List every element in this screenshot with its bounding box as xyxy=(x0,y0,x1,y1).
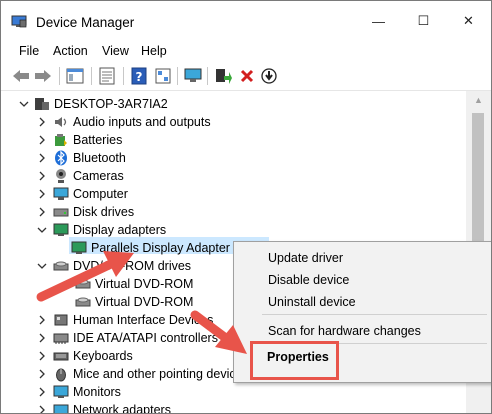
view-icon[interactable] xyxy=(153,66,173,86)
tree-item-label: IDE ATA/ATAPI controllers xyxy=(73,331,218,345)
uninstall-icon[interactable] xyxy=(237,66,257,86)
tree-item-label: Cameras xyxy=(73,169,124,183)
chevron-right-icon[interactable] xyxy=(36,332,48,344)
update-driver-menu-item[interactable]: Update driver xyxy=(268,251,343,265)
tree-item-display-adapters[interactable]: Display adapters xyxy=(1,221,466,239)
chevron-down-icon[interactable] xyxy=(18,98,30,110)
uninstall-device-menu-item[interactable]: Uninstall device xyxy=(268,295,356,309)
toolbar: ? xyxy=(1,62,491,91)
tree-item-bluetooth[interactable]: Bluetooth xyxy=(1,149,466,167)
tree-item-label: Computer xyxy=(73,187,128,201)
show-hide-tree-icon[interactable] xyxy=(65,66,85,86)
tree-item-batteries[interactable]: Batteries xyxy=(1,131,466,149)
chevron-right-icon[interactable] xyxy=(36,116,48,128)
toolbar-separator xyxy=(123,67,124,85)
display-adapter-icon xyxy=(71,241,87,254)
update-driver-icon[interactable] xyxy=(213,66,233,86)
back-icon[interactable] xyxy=(11,66,31,86)
dvd-icon xyxy=(75,297,91,307)
ide-controller-icon xyxy=(53,333,69,344)
chevron-right-icon[interactable] xyxy=(36,170,48,182)
chevron-right-icon[interactable] xyxy=(36,350,48,362)
chevron-down-icon[interactable] xyxy=(36,260,48,272)
camera-icon xyxy=(56,169,66,183)
properties-icon[interactable] xyxy=(97,66,117,86)
computer-icon xyxy=(35,98,49,110)
chevron-right-icon[interactable] xyxy=(36,314,48,326)
tree-item-label: Virtual DVD-ROM xyxy=(95,277,194,291)
menu-bar: File Action View Help xyxy=(1,41,491,61)
tree-item-label: Virtual DVD-ROM xyxy=(95,295,194,309)
chevron-right-icon[interactable] xyxy=(36,206,48,218)
help-icon[interactable]: ? xyxy=(129,66,149,86)
menu-action[interactable]: Action xyxy=(53,44,88,58)
scan-hardware-menu-item[interactable]: Scan for hardware changes xyxy=(268,324,421,338)
properties-menu-item[interactable]: Properties xyxy=(267,350,329,364)
svg-text:?: ? xyxy=(136,70,143,84)
chevron-right-icon[interactable] xyxy=(36,152,48,164)
tree-item-label: Mice and other pointing devices xyxy=(73,367,249,381)
disk-drive-icon xyxy=(53,208,69,217)
forward-icon[interactable] xyxy=(33,66,53,86)
tree-item-label: Parallels Display Adapter (W xyxy=(91,241,250,255)
chevron-right-icon[interactable] xyxy=(36,134,48,146)
close-button[interactable]: ✕ xyxy=(446,1,491,41)
tree-item-label: Monitors xyxy=(73,385,121,399)
menu-view[interactable]: View xyxy=(102,44,129,58)
tree-item-audio[interactable]: Audio inputs and outputs xyxy=(1,113,466,131)
tree-item-label: Keyboards xyxy=(73,349,133,363)
minimize-button[interactable]: — xyxy=(356,1,401,41)
tree-item-label: Human Interface Devices xyxy=(73,313,214,327)
tree-item-label: Bluetooth xyxy=(73,151,126,165)
tree-item-label: Network adapters xyxy=(73,403,171,413)
tree-item-cameras[interactable]: Cameras xyxy=(1,167,466,185)
speaker-icon xyxy=(55,117,67,127)
tree-item-label: Audio inputs and outputs xyxy=(73,115,211,129)
display-adapter-icon xyxy=(53,223,69,236)
maximize-button[interactable]: ☐ xyxy=(401,1,446,41)
chevron-down-icon[interactable] xyxy=(36,224,48,236)
hid-icon xyxy=(54,314,68,326)
download-icon[interactable] xyxy=(259,66,279,86)
menu-file[interactable]: File xyxy=(19,44,39,58)
tree-item-monitors[interactable]: Monitors xyxy=(1,383,466,401)
tree-item-computer[interactable]: Computer xyxy=(1,185,466,203)
scroll-up-icon[interactable]: ▲ xyxy=(474,95,483,105)
device-manager-window: Device Manager — ☐ ✕ File Action View He… xyxy=(0,0,492,414)
disable-device-menu-item[interactable]: Disable device xyxy=(268,273,349,287)
tree-item-label: Disk drives xyxy=(73,205,135,219)
menu-help[interactable]: Help xyxy=(141,44,167,58)
tree-root[interactable]: DESKTOP-3AR7IA2 xyxy=(1,95,466,113)
tree-item-label: Display adapters xyxy=(73,223,167,237)
menu-separator xyxy=(262,314,487,315)
chevron-right-icon[interactable] xyxy=(36,188,48,200)
scrollbar-thumb[interactable] xyxy=(472,113,484,243)
title-bar: Device Manager — ☐ ✕ xyxy=(1,1,491,41)
keyboard-icon xyxy=(53,352,69,361)
window-title: Device Manager xyxy=(36,15,135,30)
battery-icon xyxy=(55,134,67,146)
device-manager-icon xyxy=(11,15,27,28)
chevron-right-icon[interactable] xyxy=(36,404,48,413)
scan-hardware-icon[interactable] xyxy=(183,66,203,86)
monitor-icon xyxy=(53,385,69,398)
tree-item-label: Batteries xyxy=(73,133,123,147)
tree-item-label: DVD/CD-ROM drives xyxy=(73,259,192,273)
computer-icon xyxy=(53,187,69,200)
toolbar-separator xyxy=(59,67,60,85)
tree-item-network[interactable]: Network adapters xyxy=(1,401,466,413)
network-adapter-icon xyxy=(53,404,69,413)
tree-item-disk-drives[interactable]: Disk drives xyxy=(1,203,466,221)
toolbar-separator xyxy=(177,67,178,85)
bluetooth-icon xyxy=(55,150,67,166)
mouse-icon xyxy=(56,368,66,382)
dvd-icon xyxy=(53,261,69,271)
toolbar-separator xyxy=(91,67,92,85)
chevron-right-icon[interactable] xyxy=(36,386,48,398)
tree-root-label: DESKTOP-3AR7IA2 xyxy=(54,97,168,111)
dvd-icon xyxy=(75,279,91,289)
toolbar-separator xyxy=(207,67,208,85)
chevron-right-icon[interactable] xyxy=(36,368,48,380)
